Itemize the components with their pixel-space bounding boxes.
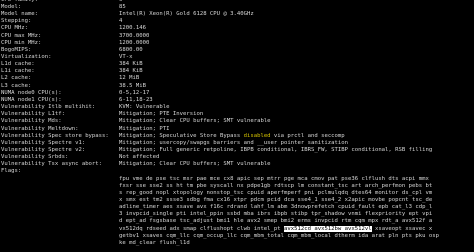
flags-line: x smx est tm2 ssse3 sdbg fma cx16 xtpr p…	[119, 197, 433, 203]
field-value: Mitigation; PTE Inversion	[119, 111, 204, 118]
highlighted-keyword: disabled	[243, 132, 271, 139]
flags-line: adline_timer aes xsave avx f16c rdrand l…	[119, 204, 433, 211]
field-label: Vulnerability Tsx async abort:	[1, 161, 103, 168]
flags-line: d ept_ad fsgsbase tsc_adjust bmi1 hle av…	[119, 218, 433, 225]
output-line: CPU min MHz: 1200.0000	[0, 40, 474, 47]
field-label: Vulnerability Meltdown:	[1, 125, 79, 132]
field-value: 85	[119, 3, 126, 10]
flags-line: getbv1 xsaves cqm_llc cqm_occup_llc cqm_…	[119, 232, 439, 239]
field-value: Mitigation; Clear CPU buffers; SMT vulne…	[119, 161, 271, 168]
output-line: Stepping: 4	[0, 18, 474, 25]
output-line: CPU MHz: 1200.146	[0, 25, 474, 32]
value-text: via prctl and seccomp	[270, 132, 345, 139]
field-label: Flags:	[1, 168, 22, 175]
field-value: Mitigation; usercopy/swapgs barriers and…	[119, 139, 349, 146]
field-label: Model:	[1, 3, 22, 10]
field-label: NUMA node1 CPU(s):	[1, 96, 62, 103]
field-label: Vulnerability Mds:	[1, 118, 62, 125]
field-label: Vulnerability L1tf:	[1, 111, 65, 118]
output-line: Model name: Intel(R) Xeon(R) Gold 6128 CP…	[0, 11, 474, 18]
output-line: Virtualization: VT-x	[0, 54, 474, 61]
selected-text[interactable]: avx512cd avx512bw avx512vl	[284, 225, 372, 232]
field-label: L2 cache:	[1, 75, 32, 82]
field-label: Vulnerability Spectre v1:	[1, 139, 86, 146]
output-line: Vulnerability Srbds: Not affected	[0, 154, 474, 161]
field-value: 384 KiB	[119, 68, 143, 75]
output-line: NUMA node0 CPU(s): 0-5,12-17	[0, 90, 474, 97]
field-label: BogoMIPS:	[1, 46, 32, 53]
field-label: Stepping:	[1, 18, 32, 25]
field-value: Mitigation; Clear CPU buffers; SMT vulne…	[119, 118, 271, 125]
field-value: Mitigation; PTI	[119, 125, 170, 132]
field-value: VT-x	[119, 54, 133, 60]
flags-text: vx512dq rdseed adx smap clflushopt clwb …	[119, 225, 285, 232]
field-value: Mitigation; Full generic retpoline, IBPB…	[119, 146, 433, 153]
field-value: 1200.0000	[119, 39, 150, 46]
flags-text: xsaveopt xsavec x	[371, 225, 433, 232]
field-label: Vulnerability Spec store bypass:	[1, 132, 109, 139]
field-label: Model name:	[1, 11, 39, 18]
output-line: Flags:	[0, 168, 474, 175]
field-value: 12 MiB	[119, 75, 140, 82]
field-value: 6800.00	[119, 46, 143, 53]
field-value: 0-5,12-17	[119, 89, 150, 96]
output-line: Vulnerability Spectre v2: Mitigation; Ful…	[0, 147, 474, 154]
output-line: Vulnerability Itlb multihit: KVM: Vulnera…	[0, 104, 474, 111]
field-value: 6-11,18-23	[119, 96, 153, 103]
field-value: Not affected	[119, 154, 160, 161]
terminal-window[interactable]: CPU family:6Model:85Model name:Intel(R) …	[0, 0, 474, 252]
field-label: L1d cache:	[1, 61, 35, 68]
field-label: NUMA node0 CPU(s):	[1, 89, 62, 96]
field-label: L3 cache:	[1, 82, 32, 89]
output-line: Vulnerability Meltdown: Mitigation; PTI	[0, 126, 474, 133]
flags-line: fxsr sse sse2 ss ht tm pbe syscall nx pd…	[119, 182, 433, 189]
value-text: Mitigation; Speculative Store Bypass	[119, 132, 244, 139]
field-label: Vulnerability Spectre v2:	[1, 146, 86, 153]
output-line: L1i cache: 384 KiB	[0, 68, 474, 75]
flags-line: fpu vme de pse tsc msr pae mce cx8 apic …	[119, 175, 429, 182]
flags-line: 3 invpcid_single pti intel_ppin ssbd mba…	[119, 211, 433, 218]
field-value: 384 KiB	[119, 61, 143, 68]
output-line: BogoMIPS: 6800.00	[0, 47, 474, 54]
output-line: Vulnerability L1tf: Mitigation; PTE Inver…	[0, 111, 474, 118]
field-value: 3700.0000	[119, 32, 150, 39]
field-value: KVM: Vulnerable	[119, 104, 170, 111]
output-line: NUMA node1 CPU(s): 6-11,18-23	[0, 97, 474, 104]
output-line: Vulnerability Mds: Mitigation; Clear CPU …	[0, 118, 474, 125]
field-value: 4	[119, 18, 123, 25]
output-line: Vulnerability Tsx async abort: Mitigation…	[0, 161, 474, 168]
output-line: L1d cache: 384 KiB	[0, 61, 474, 68]
flags-line: s rep_good nopl xtopology nonstop_tsc cp…	[119, 189, 433, 196]
field-label: CPU min MHz:	[1, 39, 42, 46]
field-label: Virtualization:	[1, 54, 52, 60]
output-line: L3 cache: 38.5 MiB	[0, 83, 474, 90]
field-label: Vulnerability Itlb multihit:	[1, 104, 96, 111]
field-label: L1i cache:	[1, 68, 35, 75]
field-label: CPU MHz:	[1, 25, 28, 32]
output-line: CPU max MHz: 3700.0000	[0, 33, 474, 40]
output-line: Vulnerability Spec store bypass: Mitigati…	[0, 133, 474, 140]
field-label: CPU max MHz:	[1, 32, 42, 39]
output-line: Model: 85	[0, 4, 474, 11]
output-line: L2 cache: 12 MiB	[0, 75, 474, 82]
flags-line: vx512dq rdseed adx smap clflushopt clwb …	[119, 225, 433, 233]
flags-line: ke md_clear flush_l1d	[119, 239, 190, 246]
field-value: Intel(R) Xeon(R) Gold 6128 CPU @ 3.40GHz	[119, 11, 254, 18]
field-value: Mitigation; Speculative Store Bypass dis…	[119, 133, 345, 140]
field-label: Vulnerability Srbds:	[1, 154, 69, 161]
field-value: 1200.146	[119, 25, 146, 32]
field-value: 38.5 MiB	[119, 82, 146, 89]
output-line: Vulnerability Spectre v1: Mitigation; use…	[0, 140, 474, 147]
